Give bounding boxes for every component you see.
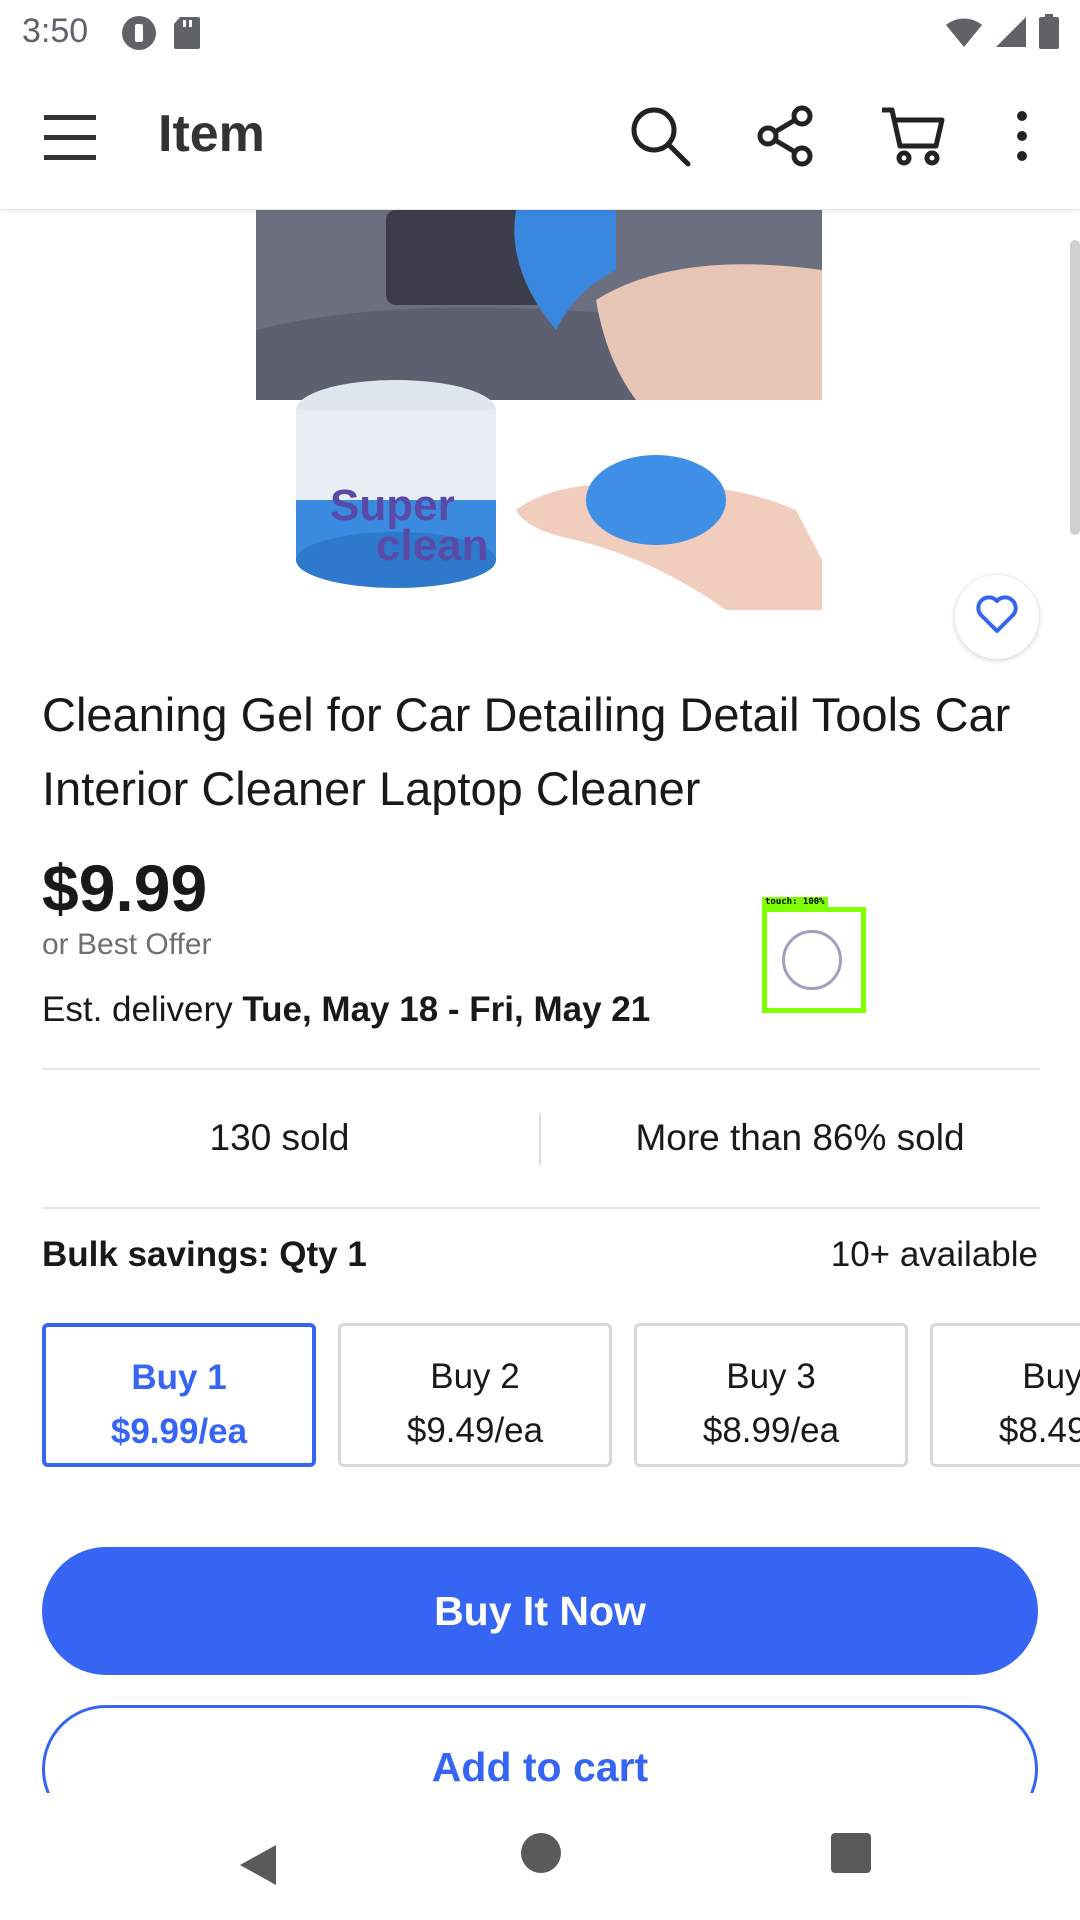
status-left-icons: [120, 14, 202, 57]
page-title: Item: [158, 105, 265, 163]
share-icon[interactable]: [756, 104, 816, 173]
qty-option-buy-4[interactable]: Buy 4 $8.49/ea: [930, 1323, 1080, 1467]
signal-icon: [994, 15, 1028, 54]
stats-separator: [539, 1113, 541, 1165]
divider: [42, 1068, 1040, 1070]
notification-app-icon: [120, 14, 158, 57]
back-icon[interactable]: [238, 1843, 278, 1892]
divider: [42, 1207, 1040, 1209]
qty-option-buy-1[interactable]: Buy 1 $9.99/ea: [42, 1323, 316, 1467]
menu-icon[interactable]: [42, 112, 98, 167]
add-to-cart-button[interactable]: Add to cart: [42, 1705, 1038, 1793]
product-price: $9.99: [42, 851, 208, 925]
qty-option-price: $8.49/ea: [998, 1411, 1080, 1450]
estimated-delivery: Est. delivery Tue, May 18 - Fri, May 21: [42, 990, 650, 1030]
scrollbar[interactable]: [1070, 240, 1080, 535]
percent-sold: More than 86% sold: [635, 1117, 965, 1158]
system-nav-bar: [0, 1793, 1080, 1920]
qty-option-label: Buy 4: [1022, 1357, 1080, 1396]
heart-icon: [975, 594, 1019, 640]
bulk-savings-label: Bulk savings: Qty 1: [42, 1235, 367, 1274]
cart-icon[interactable]: [880, 104, 946, 173]
best-offer-label: or Best Offer: [42, 928, 212, 961]
battery-icon: [1038, 14, 1060, 55]
wifi-icon: [944, 15, 984, 54]
sd-card-icon: [172, 15, 202, 56]
product-image[interactable]: Super clean: [256, 210, 822, 610]
search-icon[interactable]: [628, 104, 692, 173]
available-count: 10+ available: [830, 1235, 1038, 1274]
qty-option-label: Buy 2: [430, 1357, 520, 1396]
qty-option-clip: Buy 4 $8.49/ea: [930, 1323, 1080, 1467]
touch-point: [782, 930, 842, 990]
status-right-icons: [944, 14, 1060, 55]
home-icon[interactable]: [521, 1833, 561, 1873]
product-image-area: Super clean: [0, 210, 1080, 660]
qty-option-buy-2[interactable]: Buy 2 $9.49/ea: [338, 1323, 612, 1467]
delivery-prefix: Est. delivery: [42, 990, 243, 1029]
touch-indicator-label: touch: 100%: [762, 897, 828, 907]
watch-button[interactable]: [955, 575, 1039, 659]
buy-it-now-button[interactable]: Buy It Now: [42, 1547, 1038, 1675]
product-title: Cleaning Gel for Car Detailing Detail To…: [42, 688, 1011, 815]
qty-option-price: $9.99/ea: [110, 1412, 248, 1451]
qty-option-buy-3[interactable]: Buy 3 $8.99/ea: [634, 1323, 908, 1467]
more-vert-icon[interactable]: [1012, 104, 1032, 173]
app-bar: Item: [0, 64, 1080, 210]
status-time: 3:50: [22, 12, 89, 50]
delivery-dates: Tue, May 18 - Fri, May 21: [242, 990, 651, 1029]
recents-icon[interactable]: [831, 1833, 871, 1873]
jar-text-clean: clean: [376, 521, 489, 570]
status-bar: 3:50: [0, 0, 1080, 64]
add-to-cart-clip: Add to cart: [0, 1705, 1080, 1793]
qty-option-price: $8.99/ea: [702, 1411, 840, 1450]
qty-option-label: Buy 1: [131, 1358, 227, 1397]
qty-option-price: $9.49/ea: [406, 1411, 544, 1450]
sold-count: 130 sold: [209, 1117, 350, 1158]
qty-option-label: Buy 3: [726, 1357, 816, 1396]
